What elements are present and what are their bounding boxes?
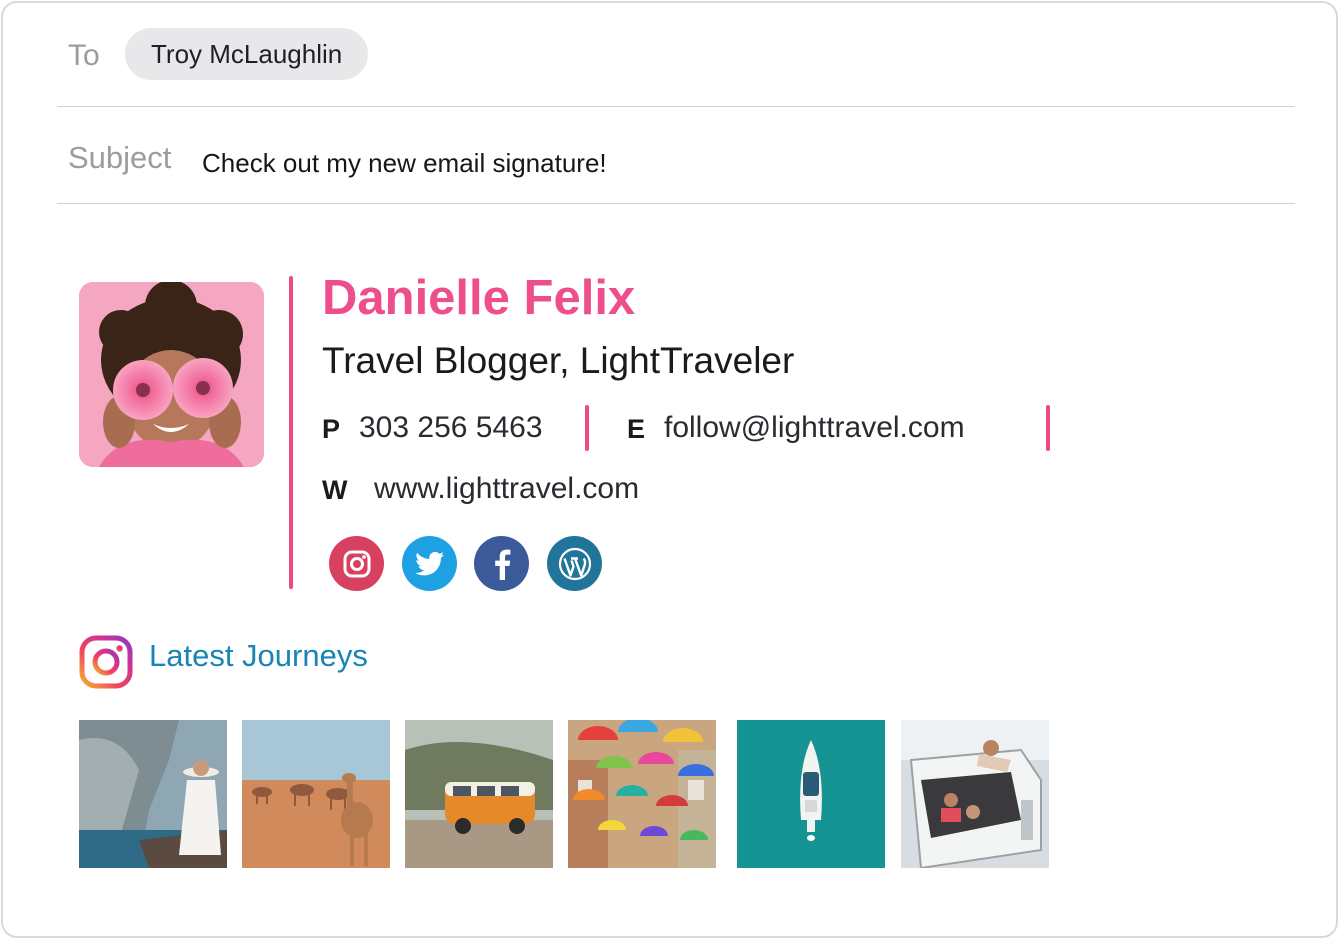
signature-name: Danielle Felix [322, 271, 636, 325]
recipient-chip[interactable]: Troy McLaughlin [125, 28, 369, 80]
instagram-icon[interactable] [79, 635, 133, 689]
to-label: To [68, 39, 100, 72]
phone-label: P [322, 414, 341, 444]
contact-separator [585, 405, 589, 451]
signature-title: Travel Blogger, LightTraveler [322, 340, 795, 381]
profile-photo [79, 282, 264, 467]
orange-van-photo[interactable] [405, 720, 553, 868]
gallery-title: Latest Journeys [149, 638, 368, 673]
subject-row: Subject Check out my new email signature… [57, 107, 1295, 204]
email-link[interactable]: follow@lighttravel.com [664, 411, 965, 445]
twitter-icon[interactable] [402, 536, 457, 591]
website-link[interactable]: www.lighttravel.com [374, 472, 639, 506]
boat-aerial-photo[interactable] [737, 720, 885, 868]
contact-separator [1046, 405, 1050, 451]
signature-divider [289, 276, 293, 589]
subject-input[interactable]: Check out my new email signature! [202, 148, 607, 179]
to-row: To Troy McLaughlin [57, 3, 1295, 107]
camels-desert-photo[interactable] [242, 720, 390, 868]
subject-label: Subject [68, 140, 172, 175]
woman-on-cliff-photo[interactable] [79, 720, 227, 868]
website-label: W [322, 475, 348, 505]
wordpress-icon[interactable] [547, 536, 602, 591]
facebook-icon[interactable] [474, 536, 529, 591]
phone-number[interactable]: 303 256 5463 [359, 411, 543, 445]
friends-van-photo[interactable] [901, 720, 1049, 868]
umbrellas-street-photo[interactable] [568, 720, 716, 868]
email-label: E [627, 414, 646, 444]
instagram-icon[interactable] [329, 536, 384, 591]
